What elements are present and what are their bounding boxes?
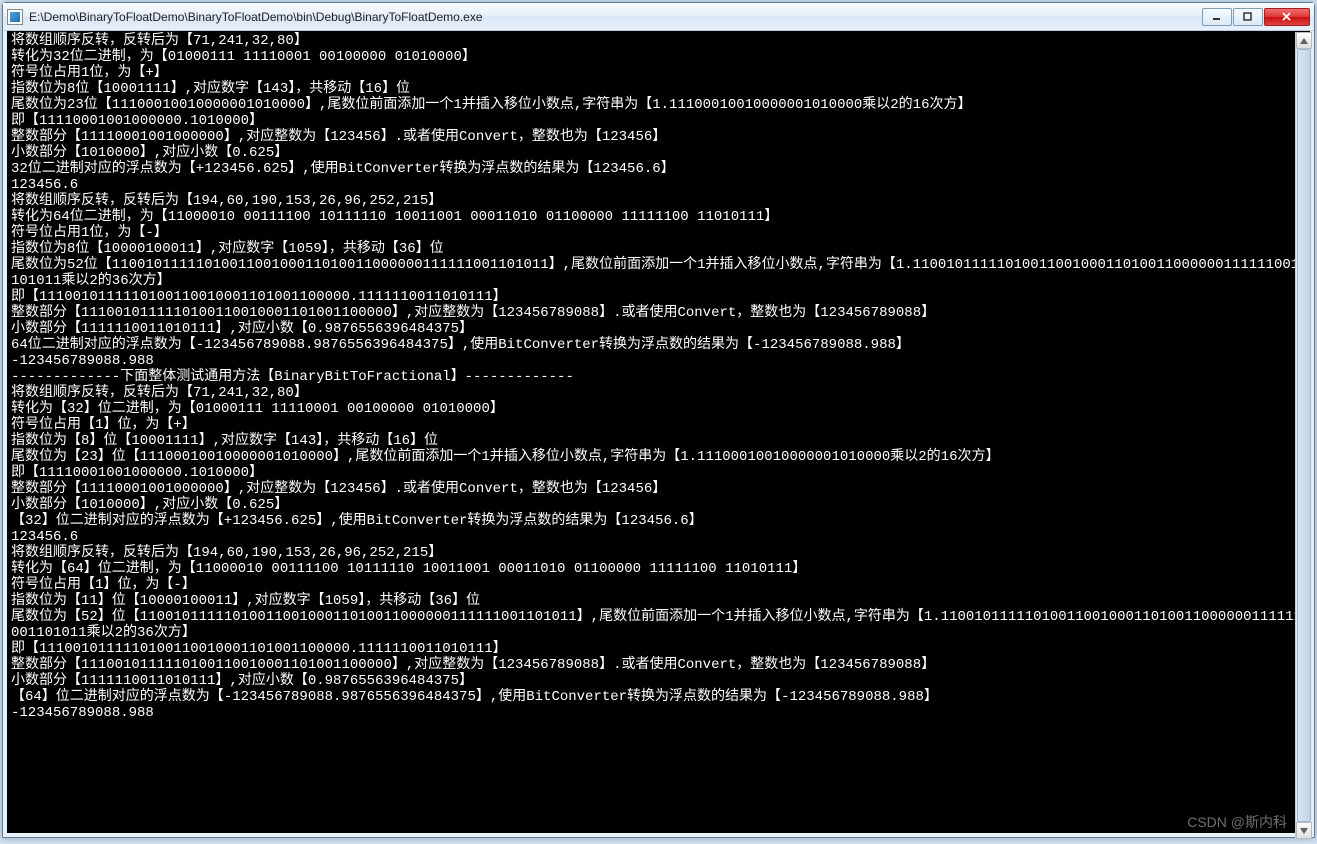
console-line: 转化为【64】位二进制，为【11000010 00111100 10111110… [11,561,1306,577]
minimize-icon [1212,12,1222,22]
maximize-button[interactable] [1233,8,1263,26]
console-line: 整数部分【11110001001000000】,对应整数为【123456】.或者… [11,481,1306,497]
console-line: 尾数位为【52】位【110010111110100110010001101001… [11,609,1306,641]
console-line: -123456789088.988 [11,705,1306,721]
console-line: 尾数位为52位【11001011111010011001000110100110… [11,257,1306,289]
console-line: 指数位为8位【10000100011】,对应数字【1059】，共移动【36】位 [11,241,1306,257]
console-line: 指数位为【8】位【10001111】,对应数字【143】，共移动【16】位 [11,433,1306,449]
scroll-down-button[interactable] [1296,822,1312,839]
console-line: -123456789088.988 [11,353,1306,369]
close-button[interactable] [1264,8,1310,26]
vertical-scrollbar[interactable] [1295,32,1312,839]
console-line: 即【11110001001000000.1010000】 [11,465,1306,481]
console-line: 符号位占用1位，为【-】 [11,225,1306,241]
console-line: 32位二进制对应的浮点数为【+123456.625】,使用BitConverte… [11,161,1306,177]
console-line: 【64】位二进制对应的浮点数为【-123456789088.9876556396… [11,689,1306,705]
console-line: 整数部分【11100101111101001100100011010011000… [11,305,1306,321]
console-line: 整数部分【11110001001000000】,对应整数为【123456】.或者… [11,129,1306,145]
console-line: 转化为【32】位二进制，为【01000111 11110001 00100000… [11,401,1306,417]
console-line: 小数部分【1111110011010111】,对应小数【0.9876556396… [11,673,1306,689]
console-line: 64位二进制对应的浮点数为【-123456789088.987655639648… [11,337,1306,353]
console-line: 尾数位为23位【11100010010000001010000】,尾数位前面添加… [11,97,1306,113]
console-line: 将数组顺序反转，反转后为【194,60,190,153,26,96,252,21… [11,193,1306,209]
chevron-down-icon [1300,828,1308,834]
console-line: 指数位为【11】位【10000100011】,对应数字【1059】，共移动【36… [11,593,1306,609]
console-line: 即【1110010111110100110010001101001100000.… [11,641,1306,657]
console-line: 123456.6 [11,529,1306,545]
chevron-up-icon [1300,38,1308,44]
console-line: 指数位为8位【10001111】,对应数字【143】，共移动【16】位 [11,81,1306,97]
console-line: 将数组顺序反转，反转后为【194,60,190,153,26,96,252,21… [11,545,1306,561]
console-output: 将数组顺序反转，反转后为【71,241,32,80】转化为32位二进制，为【01… [3,31,1314,837]
console-line: 尾数位为【23】位【11100010010000001010000】,尾数位前面… [11,449,1306,465]
console-window: E:\Demo\BinaryToFloatDemo\BinaryToFloatD… [2,2,1315,838]
console-line: 将数组顺序反转，反转后为【71,241,32,80】 [11,33,1306,49]
minimize-button[interactable] [1202,8,1232,26]
maximize-icon [1243,12,1253,22]
console-line: 即【11110001001000000.1010000】 [11,113,1306,129]
console-line: 小数部分【1010000】,对应小数【0.625】 [11,145,1306,161]
console-line: 即【1110010111110100110010001101001100000.… [11,289,1306,305]
console-line: 符号位占用1位，为【+】 [11,65,1306,81]
window-title: E:\Demo\BinaryToFloatDemo\BinaryToFloatD… [29,10,1202,24]
console-line: -------------下面整体测试通用方法【BinaryBitToFract… [11,369,1306,385]
scroll-track[interactable] [1296,49,1312,822]
close-icon [1282,12,1292,22]
console-line: 转化为64位二进制，为【11000010 00111100 10111110 1… [11,209,1306,225]
window-controls [1202,8,1310,26]
app-icon [7,9,23,25]
console-line: 转化为32位二进制，为【01000111 11110001 00100000 0… [11,49,1306,65]
titlebar[interactable]: E:\Demo\BinaryToFloatDemo\BinaryToFloatD… [3,3,1314,31]
console-line: 123456.6 [11,177,1306,193]
console-line: 小数部分【1010000】,对应小数【0.625】 [11,497,1306,513]
console-line: 将数组顺序反转，反转后为【71,241,32,80】 [11,385,1306,401]
console-line: 小数部分【1111110011010111】,对应小数【0.9876556396… [11,321,1306,337]
console-line: 符号位占用【1】位，为【-】 [11,577,1306,593]
console-line: 【32】位二进制对应的浮点数为【+123456.625】,使用BitConver… [11,513,1306,529]
scroll-thumb[interactable] [1297,49,1311,822]
console-line: 整数部分【11100101111101001100100011010011000… [11,657,1306,673]
console-line: 符号位占用【1】位，为【+】 [11,417,1306,433]
scroll-up-button[interactable] [1296,32,1312,49]
